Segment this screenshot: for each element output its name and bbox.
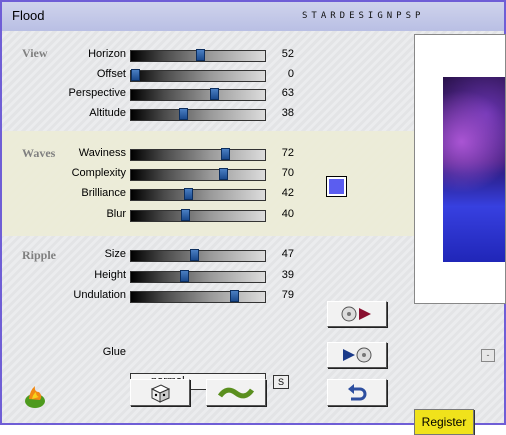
altitude-value: 38 [281,107,294,119]
offset-slider-thumb[interactable] [131,69,140,81]
size-slider-thumb[interactable] [189,249,199,261]
perspective-label: Perspective [68,87,126,99]
height-value: 39 [281,269,294,281]
blur-slider[interactable] [130,209,266,222]
offset-value: 0 [287,68,294,80]
dice-icon [150,383,171,403]
size-label: Size [104,248,126,260]
height-slider[interactable] [130,270,266,283]
wave-icon [218,387,254,398]
brilliance-label: Brilliance [81,187,126,199]
size-value: 47 [281,248,294,260]
brilliance-value: 42 [281,187,294,199]
title-bar: Flood STARDESIGNPSP [2,2,504,32]
blur-value: 40 [281,208,294,220]
perspective-slider-thumb[interactable] [209,88,219,100]
offset-slider[interactable] [130,69,266,82]
minimize-preview-button[interactable]: - [481,349,495,362]
height-label: Height [94,269,126,281]
complexity-value: 70 [281,167,294,179]
undulation-slider-thumb[interactable] [229,290,239,302]
blur-label: Blur [106,208,126,220]
disc-play-icon [341,306,371,322]
brilliance-slider-thumb[interactable] [183,188,193,200]
complexity-slider-thumb[interactable] [218,168,228,180]
brand-logo-text: STARDESIGNPSP [302,11,425,21]
randomize-button[interactable] [130,379,190,406]
horizon-slider-thumb[interactable] [196,49,205,61]
preview-panel [414,34,506,304]
perspective-value: 63 [281,87,294,99]
blur-slider-thumb[interactable] [181,209,190,221]
horizon-value: 52 [281,48,294,60]
glue-label: Glue [102,346,126,358]
waviness-slider-thumb[interactable] [221,148,230,160]
undulation-slider[interactable] [130,290,266,303]
waviness-label: Waviness [78,147,126,159]
save-preset-button[interactable] [327,342,387,368]
horizon-slider[interactable] [130,49,266,62]
undulation-value: 79 [281,289,294,301]
brilliance-slider[interactable] [130,188,266,201]
size-slider[interactable] [130,249,266,262]
flame-logo-icon [25,386,45,408]
complexity-label: Complexity [71,167,126,179]
register-button[interactable]: Register [414,409,474,435]
undo-arrow-icon [348,383,367,400]
height-slider-thumb[interactable] [179,270,189,282]
load-preset-button[interactable] [327,301,387,327]
preview-image [443,77,505,262]
flood-dialog: Flood STARDESIGNPSP View Waves Ripple Ho… [0,0,506,435]
color-swatch[interactable] [326,176,347,197]
altitude-slider-thumb[interactable] [178,108,188,120]
waviness-slider[interactable] [130,148,266,161]
undo-button[interactable] [327,379,387,406]
offset-label: Offset [96,68,126,80]
altitude-slider[interactable] [130,108,266,121]
glue-dropdown-button[interactable]: S [273,375,289,389]
window-title: Flood [12,8,45,23]
horizon-label: Horizon [88,48,126,60]
play-disc-icon [343,347,372,363]
perspective-slider[interactable] [130,88,266,101]
undulation-label: Undulation [73,289,126,301]
altitude-label: Altitude [89,107,126,119]
reset-button[interactable] [206,379,266,406]
waviness-value: 72 [281,147,294,159]
complexity-slider[interactable] [130,168,266,181]
